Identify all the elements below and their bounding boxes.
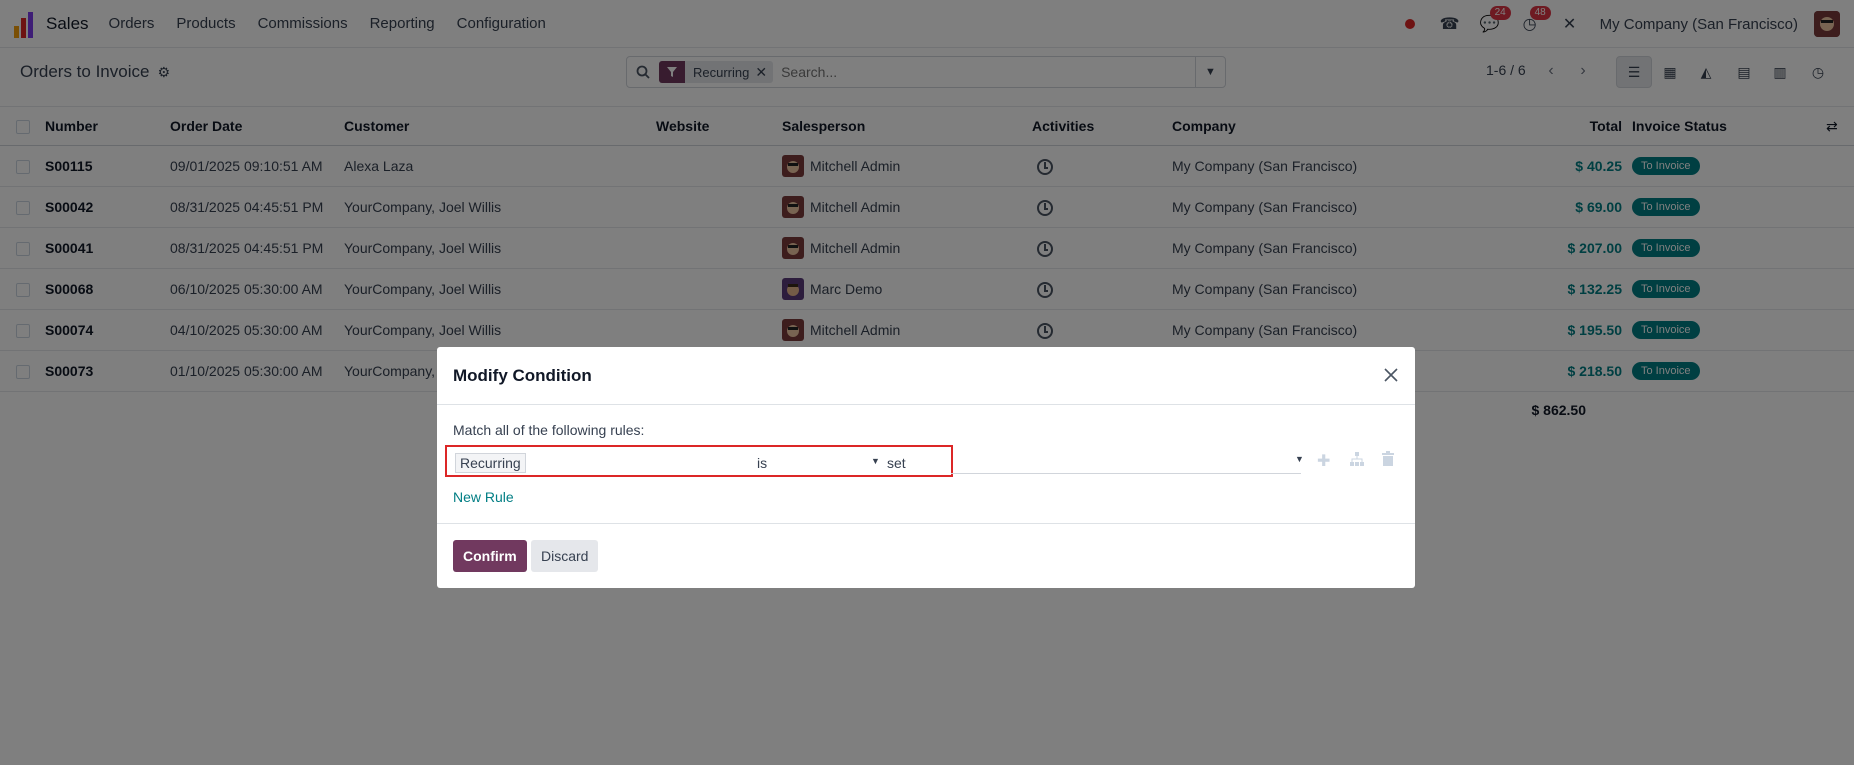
value-caret-icon[interactable]: ▼	[1295, 454, 1304, 464]
delete-rule-icon[interactable]	[1381, 451, 1395, 472]
confirm-button[interactable]: Confirm	[453, 540, 527, 572]
value-underline	[951, 473, 1301, 474]
add-branch-icon[interactable]	[1349, 451, 1365, 472]
dialog-title: Modify Condition	[453, 365, 592, 385]
rule-highlight-box: Recurring is ▼ set	[445, 445, 953, 477]
new-rule-link[interactable]: New Rule	[453, 489, 514, 505]
operator-caret-icon[interactable]: ▼	[871, 456, 880, 466]
dialog-header: Modify Condition	[437, 347, 1415, 405]
match-rules-text: Match all of the following rules:	[453, 422, 645, 438]
rule-row: Recurring is ▼ set ▼ ✚	[445, 445, 1394, 477]
rule-operator-select[interactable]: is	[757, 455, 767, 471]
close-icon[interactable]	[1379, 363, 1403, 387]
add-rule-icon[interactable]: ✚	[1317, 451, 1330, 471]
rule-field-path[interactable]: Recurring	[455, 453, 526, 473]
modify-condition-dialog: Modify Condition Match all of the follow…	[437, 347, 1415, 588]
dialog-footer: Confirm Discard	[437, 523, 1415, 588]
rule-value[interactable]: set	[887, 455, 906, 471]
discard-button[interactable]: Discard	[531, 540, 599, 572]
